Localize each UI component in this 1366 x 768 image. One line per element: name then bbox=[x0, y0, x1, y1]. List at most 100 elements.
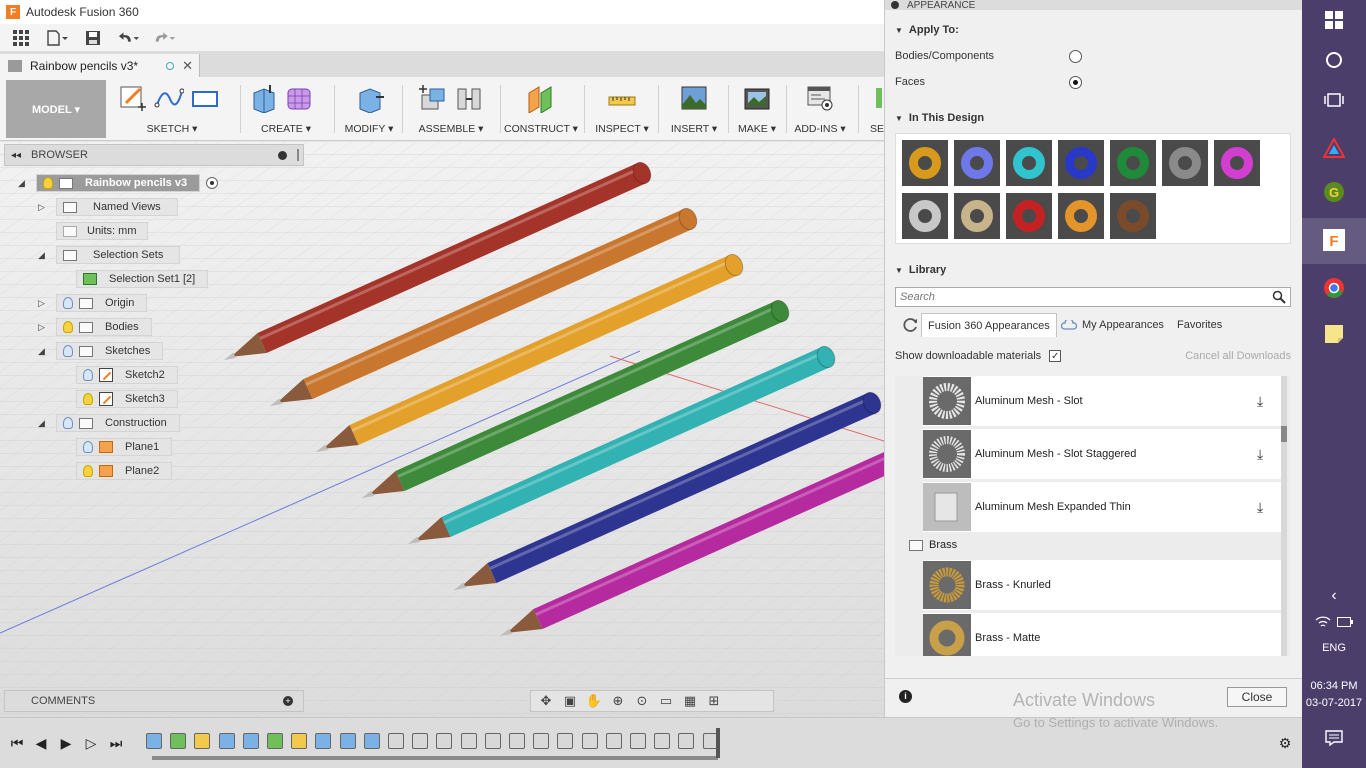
press-pull-icon[interactable] bbox=[354, 83, 384, 113]
activate-radio-icon[interactable] bbox=[206, 177, 219, 189]
cancel-all-downloads-link[interactable]: Cancel all Downloads bbox=[1185, 350, 1291, 362]
offset-plane-icon[interactable] bbox=[525, 83, 555, 113]
timeline-feature-icon[interactable] bbox=[605, 733, 622, 749]
browser-item-sketch2[interactable]: Sketch2 bbox=[76, 365, 178, 385]
timeline-marker[interactable] bbox=[716, 728, 720, 758]
timeline-feature-icon[interactable] bbox=[146, 733, 162, 749]
workspace-switcher[interactable]: MODEL ▾ bbox=[6, 80, 106, 138]
library-section[interactable]: ▼ Library bbox=[885, 264, 1303, 276]
attached-canvas-icon[interactable] bbox=[679, 83, 709, 113]
browser-item-sketch3[interactable]: Sketch3 bbox=[76, 389, 178, 409]
collapse-browser-icon[interactable]: ◂◂ bbox=[11, 150, 21, 161]
autodesk-app-icon[interactable] bbox=[1322, 136, 1346, 160]
search-icon[interactable] bbox=[1272, 290, 1286, 304]
cortana-search-icon[interactable] bbox=[1322, 48, 1346, 72]
expand-toggle-icon[interactable]: ◢ bbox=[18, 178, 30, 189]
timeline-feature-icon[interactable] bbox=[509, 733, 525, 749]
collapse-dialog-icon[interactable] bbox=[891, 1, 899, 9]
browser-item-plane2[interactable]: Plane2 bbox=[76, 461, 173, 481]
timeline-feature-icon[interactable] bbox=[557, 733, 574, 749]
browser-item-bodies[interactable]: ▷ Bodies bbox=[38, 317, 152, 337]
action-center-icon[interactable] bbox=[1322, 726, 1346, 750]
close-tab-icon[interactable]: ✕ bbox=[182, 58, 193, 74]
sketch-group[interactable]: SKETCH ▾ bbox=[116, 81, 228, 137]
library-scrollbar[interactable] bbox=[1281, 376, 1287, 656]
select-icon[interactable] bbox=[876, 88, 882, 108]
collapse-toggle-icon[interactable]: ◢ bbox=[38, 250, 50, 261]
resize-handle-icon[interactable] bbox=[297, 149, 299, 161]
show-hidden-icons-chevron-icon[interactable]: ‹ bbox=[1322, 584, 1346, 608]
visibility-bulb-icon[interactable] bbox=[43, 177, 53, 189]
expand-toggle-icon[interactable]: ▷ bbox=[38, 202, 50, 213]
apply-option-bodies[interactable]: Bodies/Components bbox=[895, 50, 1095, 63]
material-row-aluminum-slot[interactable]: Aluminum Mesh - Slot ⤓ bbox=[923, 376, 1281, 426]
browser-item-plane1[interactable]: Plane1 bbox=[76, 437, 173, 457]
task-view-icon[interactable] bbox=[1322, 88, 1346, 112]
add-comment-icon[interactable]: + bbox=[283, 696, 293, 706]
render-icon[interactable] bbox=[742, 83, 772, 113]
bodies-components-radio[interactable] bbox=[1069, 50, 1082, 63]
appearance-swatch[interactable] bbox=[902, 140, 948, 186]
info-icon[interactable]: i bbox=[899, 690, 912, 703]
material-row-brass-knurled[interactable]: Brass - Knurled bbox=[923, 560, 1281, 610]
play-icon[interactable]: ▶ bbox=[57, 734, 75, 752]
appearance-swatch[interactable] bbox=[954, 193, 1000, 239]
expand-toggle-icon[interactable]: ▷ bbox=[38, 298, 50, 309]
go-to-start-icon[interactable]: ⏮ bbox=[8, 734, 26, 752]
extrude-icon[interactable] bbox=[248, 83, 278, 113]
create-sketch-icon[interactable] bbox=[118, 83, 148, 113]
redo-icon[interactable] bbox=[154, 29, 176, 47]
sticky-notes-icon[interactable] bbox=[1322, 322, 1346, 346]
appearance-swatch[interactable] bbox=[954, 140, 1000, 186]
visibility-bulb-icon[interactable] bbox=[83, 465, 93, 477]
browser-menu-icon[interactable] bbox=[278, 150, 287, 160]
gamemaker-app-icon[interactable]: G bbox=[1322, 180, 1346, 204]
appearance-swatch[interactable] bbox=[1058, 193, 1104, 239]
data-panel-grid-icon[interactable] bbox=[10, 29, 32, 47]
battery-icon[interactable] bbox=[1336, 610, 1354, 634]
browser-root[interactable]: ◢ Rainbow pencils v3 bbox=[18, 173, 219, 193]
look-at-icon[interactable]: ▣ bbox=[561, 694, 579, 708]
visibility-bulb-icon[interactable] bbox=[63, 297, 73, 309]
visibility-bulb-icon[interactable] bbox=[83, 369, 93, 381]
material-row-aluminum-expanded-thin[interactable]: Aluminum Mesh Expanded Thin ⤓ bbox=[923, 482, 1281, 532]
create-group[interactable]: CREATE ▾ bbox=[248, 81, 324, 137]
timeline-feature-icon[interactable] bbox=[581, 733, 598, 749]
timeline-feature-icon[interactable] bbox=[654, 733, 671, 749]
display-settings-icon[interactable]: ▭ bbox=[657, 694, 675, 708]
collapse-toggle-icon[interactable]: ◢ bbox=[38, 418, 50, 429]
timeline-feature-icon[interactable] bbox=[678, 733, 695, 749]
timeline-feature-icon[interactable] bbox=[242, 733, 259, 749]
step-forward-icon[interactable]: ▷ bbox=[82, 734, 100, 752]
save-icon[interactable] bbox=[82, 29, 104, 47]
document-tab[interactable]: Rainbow pencils v3* ✕ bbox=[0, 54, 200, 77]
timeline-feature-icon[interactable] bbox=[170, 733, 187, 749]
undo-icon[interactable] bbox=[118, 29, 140, 47]
browser-item-sketches[interactable]: ◢ Sketches bbox=[38, 341, 164, 361]
go-to-end-icon[interactable]: ⏭ bbox=[107, 734, 125, 752]
inspect-group[interactable]: INSPECT ▾ bbox=[592, 81, 652, 137]
appearance-swatch[interactable] bbox=[1110, 193, 1156, 239]
appearance-swatch[interactable] bbox=[1006, 193, 1052, 239]
input-language[interactable]: ENG bbox=[1302, 642, 1366, 654]
grid-settings-icon[interactable]: ▦ bbox=[681, 694, 699, 708]
scrollbar-thumb[interactable] bbox=[1281, 426, 1287, 442]
browser-item-construction[interactable]: ◢ Construction bbox=[38, 413, 180, 433]
wifi-icon[interactable] bbox=[1314, 610, 1332, 634]
material-row-brass-matte[interactable]: Brass - Matte bbox=[923, 613, 1281, 656]
tab-fusion-360-appearances[interactable]: Fusion 360 Appearances bbox=[921, 313, 1057, 337]
browser-item-selection-set1[interactable]: Selection Set1 [2] bbox=[76, 269, 209, 289]
expand-toggle-icon[interactable]: ▷ bbox=[38, 322, 50, 333]
form-icon[interactable] bbox=[284, 83, 314, 113]
tab-favorites[interactable]: Favorites bbox=[1171, 313, 1228, 337]
appearance-swatch[interactable] bbox=[1006, 140, 1052, 186]
browser-item-named-views[interactable]: ▷ Named Views bbox=[38, 197, 178, 217]
timeline-feature-icon[interactable] bbox=[388, 733, 404, 749]
joint-icon[interactable] bbox=[454, 83, 484, 113]
browser-item-selection-sets[interactable]: ◢ Selection Sets bbox=[38, 245, 181, 265]
material-row-aluminum-slot-staggered[interactable]: Aluminum Mesh - Slot Staggered ⤓ bbox=[923, 429, 1281, 479]
rectangle-icon[interactable] bbox=[190, 83, 220, 113]
timeline-feature-icon[interactable] bbox=[363, 733, 380, 749]
appearance-swatch[interactable] bbox=[1214, 140, 1260, 186]
visibility-bulb-icon[interactable] bbox=[83, 441, 93, 453]
